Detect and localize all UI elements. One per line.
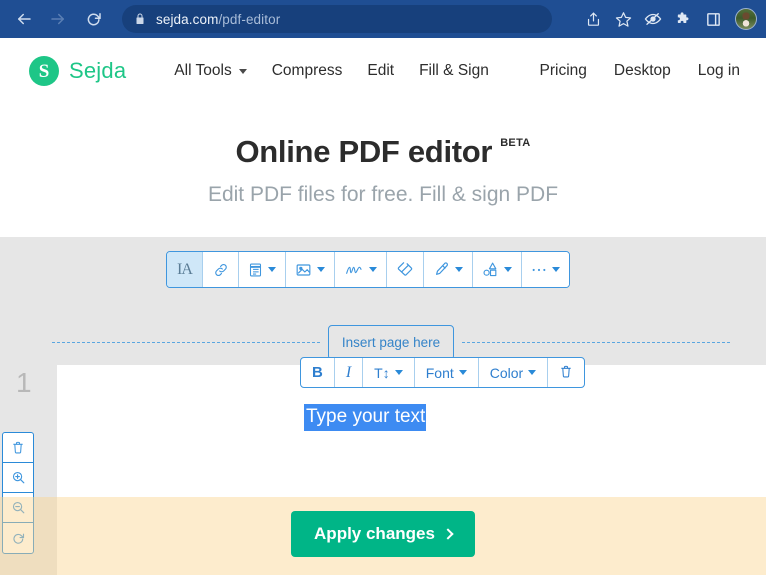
page-subtitle: Edit PDF files for free. Fill & sign PDF	[207, 183, 559, 206]
profile-avatar[interactable]	[735, 8, 757, 30]
divider-left	[52, 341, 320, 343]
chevron-down-icon	[317, 267, 325, 272]
ellipsis-icon	[531, 267, 547, 273]
color-label: Color	[489, 364, 524, 381]
url-text: sejda.com/pdf-editor	[156, 12, 280, 27]
nav-item-fill-and-sign[interactable]: Fill & Sign	[419, 62, 489, 80]
reload-button[interactable]	[80, 5, 108, 33]
page-title-text: Online PDF editor	[235, 134, 493, 169]
text-insert-icon: IA	[177, 260, 193, 278]
signature-icon	[344, 262, 364, 278]
page-title: Online PDF editor BETA	[235, 134, 530, 170]
insert-page-row: Insert page here	[0, 323, 766, 361]
chevron-down-icon	[552, 267, 560, 272]
chevron-down-icon	[528, 370, 537, 375]
site-header: S Sejda All Tools Compress Edit Fill & S…	[0, 38, 766, 104]
more-tools-button[interactable]	[522, 252, 569, 287]
url-domain: sejda.com	[156, 11, 219, 27]
browser-action-icons	[579, 5, 766, 33]
text-tool-button[interactable]: IA	[167, 252, 203, 287]
lock-icon	[134, 12, 146, 26]
delete-text-button[interactable]	[548, 358, 584, 387]
forward-button[interactable]	[44, 5, 72, 33]
link-icon	[213, 262, 229, 278]
sejda-logo[interactable]: S Sejda	[29, 56, 126, 86]
nav-item-pricing[interactable]: Pricing	[540, 62, 587, 80]
highlight-tool-button[interactable]	[424, 252, 473, 287]
chevron-down-icon	[394, 370, 403, 375]
link-tool-button[interactable]	[203, 252, 239, 287]
chevron-down-icon	[504, 267, 512, 272]
eye-slash-icon[interactable]	[639, 5, 667, 33]
shapes-tool-button[interactable]	[473, 252, 522, 287]
share-icon[interactable]	[579, 5, 607, 33]
color-button[interactable]: Color	[479, 358, 549, 387]
nav-item-all-tools[interactable]: All Tools	[174, 62, 247, 80]
trash-icon	[559, 364, 573, 382]
bold-button[interactable]: B	[301, 358, 335, 387]
chevron-down-icon	[458, 370, 467, 375]
bookmark-star-icon[interactable]	[609, 5, 637, 33]
apply-changes-label: Apply changes	[314, 524, 435, 543]
highlighter-icon	[433, 261, 450, 278]
font-family-button[interactable]: Font	[415, 358, 479, 387]
delete-page-button[interactable]	[3, 433, 33, 463]
hero-section: Online PDF editor BETA Edit PDF files fo…	[0, 104, 766, 237]
nav-item-desktop[interactable]: Desktop	[614, 62, 671, 80]
insert-page-button[interactable]: Insert page here	[327, 324, 455, 360]
secondary-nav: Pricing Desktop Log in	[540, 62, 741, 80]
editor-toolbar: IA	[166, 251, 570, 288]
forms-tool-button[interactable]	[239, 252, 286, 287]
beta-badge: BETA	[500, 137, 531, 149]
chevron-down-icon	[455, 267, 463, 272]
chevron-down-icon	[369, 267, 377, 272]
back-button[interactable]	[10, 5, 38, 33]
zoom-in-button[interactable]	[3, 463, 33, 493]
browser-toolbar: sejda.com/pdf-editor	[0, 0, 766, 38]
logo-mark-icon: S	[29, 56, 59, 86]
nav-item-all-tools-label: All Tools	[174, 62, 232, 79]
apply-changes-bar: Apply changes	[0, 497, 766, 575]
page-number-label: 1	[16, 367, 32, 398]
shapes-icon	[482, 261, 499, 278]
url-path: /pdf-editor	[218, 11, 281, 27]
text-input-field[interactable]: Type your text	[304, 404, 427, 431]
font-size-button[interactable]: T↕	[363, 358, 415, 387]
sign-tool-button[interactable]	[335, 252, 387, 287]
italic-button[interactable]: I	[335, 358, 364, 387]
apply-changes-button[interactable]: Apply changes	[291, 511, 475, 557]
text-format-toolbar: B I T↕ Font Color	[300, 357, 586, 388]
eraser-icon	[396, 261, 414, 278]
chevron-down-icon	[268, 267, 276, 272]
font-family-label: Font	[425, 364, 454, 381]
font-size-label: T↕	[374, 364, 390, 381]
side-panel-icon[interactable]	[699, 5, 727, 33]
nav-item-compress[interactable]: Compress	[272, 62, 343, 80]
extensions-puzzle-icon[interactable]	[669, 5, 697, 33]
image-icon	[295, 262, 312, 278]
image-tool-button[interactable]	[286, 252, 335, 287]
logo-text: Sejda	[69, 58, 127, 83]
address-bar[interactable]: sejda.com/pdf-editor	[122, 5, 552, 33]
form-list-icon	[248, 262, 263, 278]
divider-right	[462, 341, 731, 343]
nav-item-edit[interactable]: Edit	[367, 62, 394, 80]
erase-tool-button[interactable]	[387, 252, 424, 287]
chevron-down-icon	[238, 68, 247, 74]
nav-item-login[interactable]: Log in	[698, 62, 740, 80]
chevron-right-icon	[442, 528, 454, 540]
primary-nav: All Tools Compress Edit Fill & Sign	[174, 62, 489, 80]
